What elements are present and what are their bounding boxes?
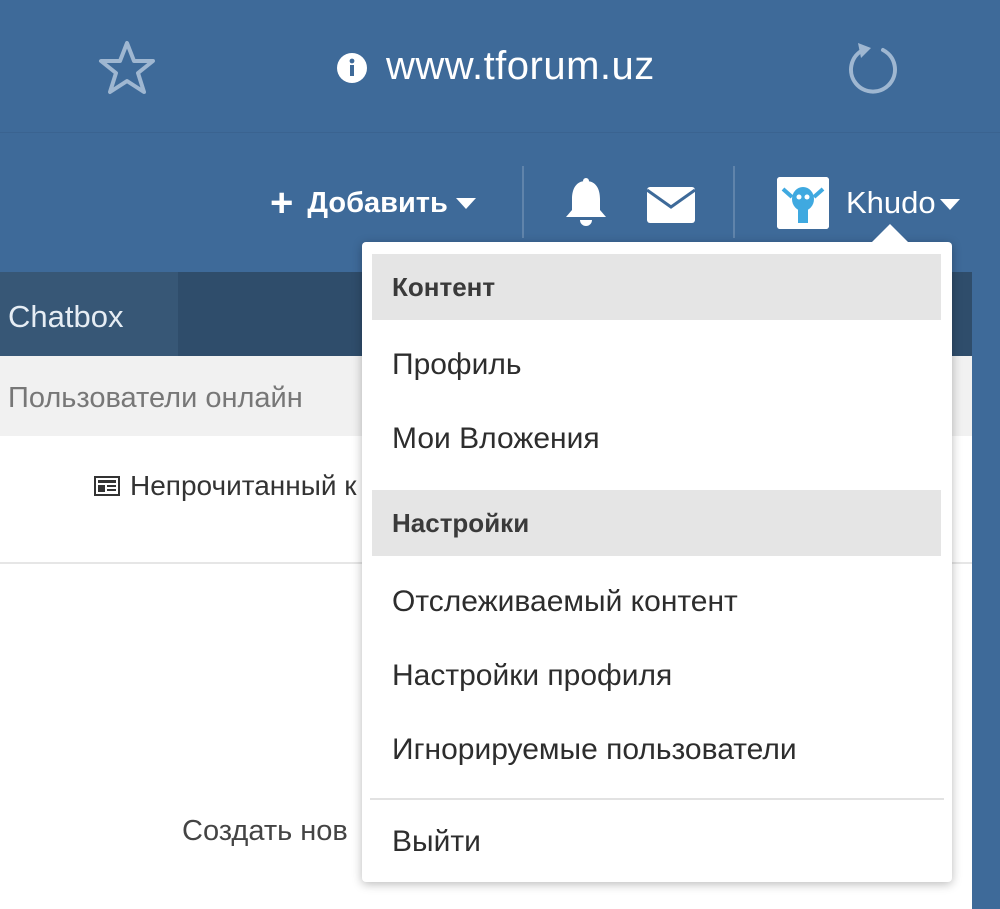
menu-item-ignored-users[interactable]: Игнорируемые пользователи <box>392 733 797 767</box>
tab-chatbox-label: Chatbox <box>8 299 124 334</box>
dropdown-heading-content: Контент <box>372 254 941 320</box>
header-divider <box>522 166 524 238</box>
info-icon[interactable] <box>337 53 367 83</box>
browser-url-bar: www.tforum.uz <box>0 0 1000 132</box>
add-button-label: Добавить <box>307 186 448 219</box>
menu-item-followed-content[interactable]: Отслеживаемый контент <box>392 585 738 619</box>
tab-chatbox[interactable]: Chatbox <box>0 272 178 356</box>
chevron-down-icon[interactable] <box>940 199 960 210</box>
reload-icon[interactable] <box>845 40 901 96</box>
dropdown-divider <box>370 798 944 800</box>
bell-icon[interactable] <box>560 177 612 229</box>
menu-item-attachments[interactable]: Мои Вложения <box>392 422 600 456</box>
unread-content-link[interactable]: Непрочитанный к <box>94 470 357 502</box>
menu-item-profile-settings[interactable]: Настройки профиля <box>392 659 672 693</box>
star-icon[interactable] <box>98 40 156 96</box>
page-edge <box>972 272 1000 909</box>
plus-icon: + <box>270 181 294 225</box>
dropdown-heading-settings: Настройки <box>372 490 941 556</box>
mail-icon[interactable] <box>645 185 697 225</box>
dropdown-arrow <box>872 224 908 242</box>
create-new-link[interactable]: Создать нов <box>182 815 348 848</box>
online-users-title: Пользователи онлайн <box>8 382 303 414</box>
menu-item-logout[interactable]: Выйти <box>392 825 481 859</box>
unread-content-label: Непрочитанный к <box>130 470 357 501</box>
url-text[interactable]: www.tforum.uz <box>386 44 655 89</box>
dropdown-heading-label: Контент <box>392 272 496 302</box>
avatar[interactable] <box>777 177 829 229</box>
dropdown-heading-label: Настройки <box>392 508 530 538</box>
add-button[interactable]: + Добавить <box>270 183 476 223</box>
newspaper-icon <box>94 476 120 496</box>
account-dropdown: Контент Профиль Мои Вложения Настройки О… <box>362 224 952 882</box>
menu-item-profile[interactable]: Профиль <box>392 348 522 382</box>
username[interactable]: Khudo <box>846 185 936 221</box>
chevron-down-icon <box>455 197 476 209</box>
header-divider <box>733 166 735 238</box>
